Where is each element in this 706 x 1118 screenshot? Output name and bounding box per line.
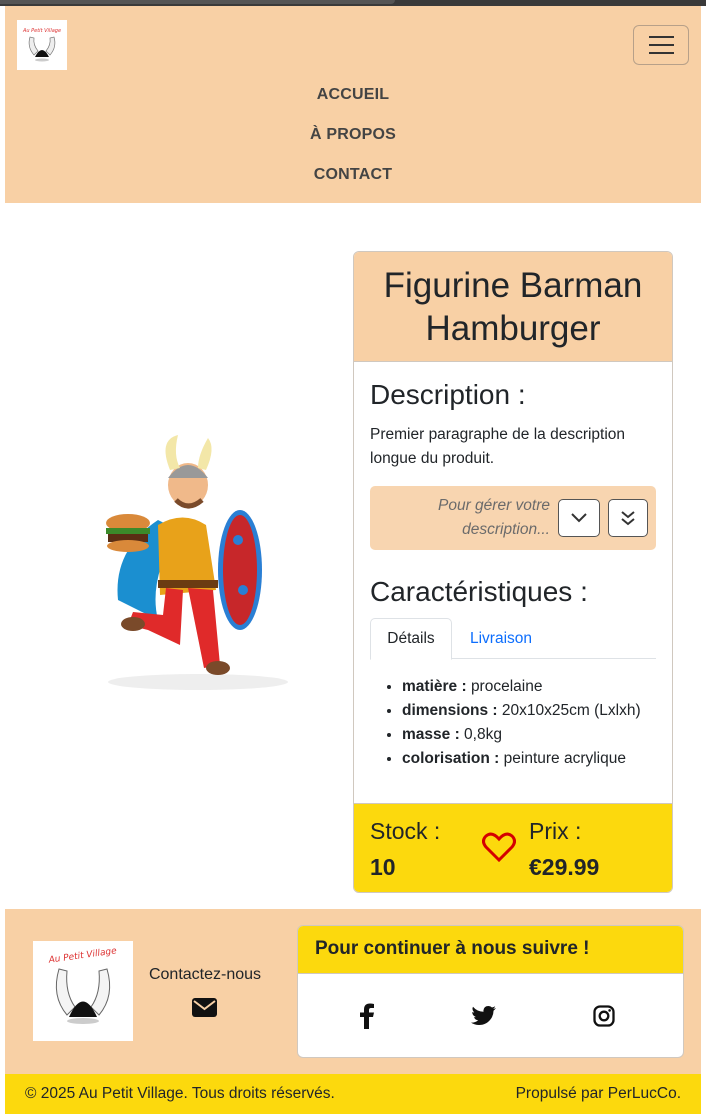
winged-helmet-logo-icon: Au Petit Village <box>47 946 118 1024</box>
instagram-icon[interactable] <box>589 1001 619 1031</box>
chevron-down-icon <box>571 513 587 523</box>
svg-text:Au Petit Village: Au Petit Village <box>47 946 118 966</box>
list-item: matière : procelaine <box>402 675 672 699</box>
stock-label: Stock : <box>370 818 441 844</box>
winged-helmet-logo-icon: Au Petit Village <box>22 28 61 62</box>
description-heading: Description : <box>370 379 526 410</box>
list-item: colorisation : peinture acrylique <box>402 747 672 771</box>
manage-description-text: Pour gérer votre description... <box>438 497 550 538</box>
copyright-bar: © 2025 Au Petit Village. Tous droits rés… <box>5 1074 701 1114</box>
footer-logo[interactable]: Au Petit Village <box>33 941 133 1041</box>
powered-by-link[interactable]: Propulsé par PerLucCo. <box>516 1085 681 1103</box>
description-text: Premier paragraphe de la description lon… <box>370 426 626 467</box>
tab-details[interactable]: Détails <box>370 618 452 660</box>
follow-heading: Pour continuer à nous suivre ! <box>298 926 683 974</box>
tab-livraison[interactable]: Livraison <box>452 618 550 660</box>
navbar-toggler-button[interactable] <box>633 25 689 65</box>
svg-text:Au Petit Village: Au Petit Village <box>22 28 61 34</box>
list-item: masse : 0,8kg <box>402 723 672 747</box>
product-image <box>88 430 308 700</box>
contact-us-label: Contactez-nous <box>148 966 262 983</box>
product-card: Figurine Barman Hamburger Description : … <box>353 251 673 893</box>
stock-value: 10 <box>370 854 396 880</box>
nav-link-accueil[interactable]: ACCUEIL <box>5 86 701 104</box>
manage-description-box: Pour gérer votre description... <box>370 486 656 550</box>
hamburger-menu-icon <box>648 36 674 38</box>
stock-price-bar: Stock : 10 Prix : €29.99 <box>354 803 672 892</box>
nav-link-contact[interactable]: CONTACT <box>5 166 701 184</box>
specs-list: matière : procelaine dimensions : 20x10x… <box>402 675 672 771</box>
heart-icon <box>482 832 516 863</box>
nav-link-a-propos[interactable]: À PROPOS <box>5 126 701 144</box>
price-value: €29.99 <box>529 854 600 880</box>
product-title: Figurine Barman Hamburger <box>354 252 672 362</box>
expand-description-button[interactable] <box>558 499 600 537</box>
address-bar-edge <box>0 0 395 4</box>
favorite-button[interactable] <box>482 832 516 867</box>
social-card: Pour continuer à nous suivre ! <box>297 925 684 1058</box>
facebook-icon[interactable] <box>352 1001 382 1031</box>
site-footer: Au Petit Village Contactez-nous Pour con… <box>5 909 701 1074</box>
list-item: dimensions : 20x10x25cm (Lxlxh) <box>402 699 672 723</box>
navbar: Au Petit Village ACCUEIL À PROPOS CONTAC… <box>5 6 701 203</box>
price-label: Prix : <box>529 818 582 844</box>
expand-all-description-button[interactable] <box>608 499 648 537</box>
characteristics-tabs: Détails Livraison <box>370 618 656 660</box>
site-logo[interactable]: Au Petit Village <box>17 20 67 70</box>
mail-icon[interactable] <box>192 998 217 1022</box>
double-chevron-down-icon <box>621 511 635 526</box>
twitter-icon[interactable] <box>469 1001 499 1031</box>
copyright-text: © 2025 Au Petit Village. Tous droits rés… <box>25 1085 335 1102</box>
characteristics-heading: Caractéristiques : <box>370 576 588 607</box>
